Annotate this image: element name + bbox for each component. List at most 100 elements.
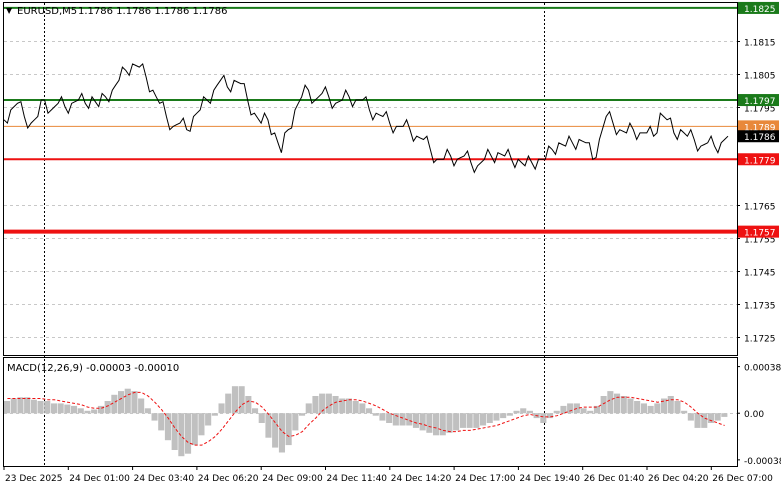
macd-bar [118, 391, 125, 414]
macd-bar [151, 413, 158, 421]
macd-bar [285, 413, 292, 446]
macd-bar [500, 413, 507, 419]
macd-bar [627, 398, 634, 414]
time-tick-label: 26 Dec 07:00 [712, 474, 773, 484]
macd-bar [231, 386, 238, 414]
price-tick-label: 1.1735 [744, 302, 776, 312]
macd-bar [694, 413, 701, 428]
trading-chart[interactable]: 1.1815 1.1805 1.1795 1.1765 1.1755 1.1745 1.17… [0, 0, 781, 489]
macd-bar [667, 396, 674, 414]
macd-bar [620, 396, 627, 414]
level-label-support-1779: 1.1779 [744, 156, 776, 166]
macd-bar [211, 413, 218, 416]
macd-tick-label: -0.00038 [744, 457, 781, 467]
macd-bar [399, 413, 406, 426]
price-tick-label: 1.1815 [744, 39, 776, 49]
macd-axis: 0.00038 0.00 -0.00038 [737, 364, 781, 467]
symbol-label: EURUSD,M5 [17, 6, 77, 17]
macd-bar [493, 413, 500, 421]
macd-bar [701, 413, 708, 428]
macd-bar [24, 397, 31, 414]
time-tick-label: 26 Dec 01:40 [584, 474, 645, 484]
price-tick-label: 1.1765 [744, 203, 776, 213]
macd-bar [366, 408, 373, 414]
macd-bar [506, 413, 513, 416]
macd-bar [600, 396, 607, 414]
time-tick-label: 26 Dec 04:20 [648, 474, 709, 484]
macd-bar [567, 403, 574, 414]
macd-bar [513, 410, 520, 414]
time-tick-label: 24 Dec 09:00 [262, 474, 323, 484]
macd-bar [386, 413, 393, 423]
time-tick-label: 24 Dec 03:40 [134, 474, 195, 484]
macd-bar [325, 393, 332, 414]
macd-bar [131, 391, 138, 414]
macd-bar [526, 410, 533, 414]
macd-bar [178, 413, 185, 457]
macd-bar [292, 413, 299, 431]
macd-bar [319, 393, 326, 414]
time-tick-label: 24 Dec 06:20 [198, 474, 259, 484]
macd-bar [473, 413, 480, 428]
macd-bar [312, 396, 319, 414]
dropdown-arrow-icon[interactable]: ▼ [6, 6, 13, 15]
macd-bar [372, 413, 379, 416]
ohlc-values: 1.1786 1.1786 1.1786 1.1786 [78, 6, 228, 17]
macd-bar [171, 413, 178, 450]
time-tick-label: 23 Dec 2025 [5, 474, 63, 484]
macd-bar [225, 393, 232, 414]
macd-bar [419, 413, 426, 431]
macd-bar [44, 401, 51, 414]
time-tick-label: 24 Dec 17:00 [455, 474, 516, 484]
macd-bar [258, 413, 265, 423]
price-plot-frame[interactable] [3, 2, 738, 356]
macd-bar [218, 403, 225, 414]
macd-bar [4, 401, 11, 414]
macd-bar [57, 403, 64, 414]
macd-bar [77, 408, 84, 414]
macd-bar [634, 401, 641, 414]
macd-bar [359, 403, 366, 414]
macd-bar [299, 413, 306, 416]
macd-bar [553, 410, 560, 414]
level-label-support-1757: 1.1757 [744, 229, 776, 239]
macd-bar [446, 413, 453, 433]
macd-bar [439, 413, 446, 436]
macd-bar [433, 413, 440, 436]
macd-bar [144, 408, 151, 414]
macd-bar [426, 413, 433, 433]
time-axis: 23 Dec 2025 24 Dec 01:00 24 Dec 03:40 24 De… [3, 466, 773, 484]
macd-bar [654, 403, 661, 414]
macd-bar [607, 391, 614, 414]
macd-bar [466, 413, 473, 428]
macd-bar [352, 401, 359, 414]
macd-tick-label: 0.00038 [744, 364, 781, 374]
macd-bar [91, 409, 98, 414]
macd-bar [345, 398, 352, 414]
time-tick-label: 24 Dec 01:00 [69, 474, 130, 484]
macd-bar [681, 410, 688, 414]
macd-bar [674, 401, 681, 414]
level-label-resistance-1797: 1.1797 [744, 97, 776, 107]
macd-bar [104, 401, 111, 414]
macd-bar [252, 408, 259, 414]
macd-bar [540, 413, 547, 423]
macd-tick-label: 0.00 [744, 410, 764, 420]
macd-bar [97, 405, 104, 414]
macd-bar [71, 405, 78, 414]
macd-bar [50, 403, 57, 414]
macd-bar [84, 410, 91, 414]
time-tick-label: 24 Dec 11:40 [327, 474, 388, 484]
macd-bar [647, 405, 654, 414]
macd-bar [707, 413, 714, 423]
macd-bar [379, 413, 386, 421]
macd-bar [138, 398, 145, 414]
macd-bar [520, 408, 527, 414]
macd-bar [30, 399, 37, 414]
macd-bar [412, 413, 419, 428]
macd-bar [124, 388, 131, 414]
price-tick-label: 1.1745 [744, 269, 776, 279]
macd-bar [205, 413, 212, 426]
macd-bar [10, 398, 17, 414]
macd-bar [238, 386, 245, 414]
